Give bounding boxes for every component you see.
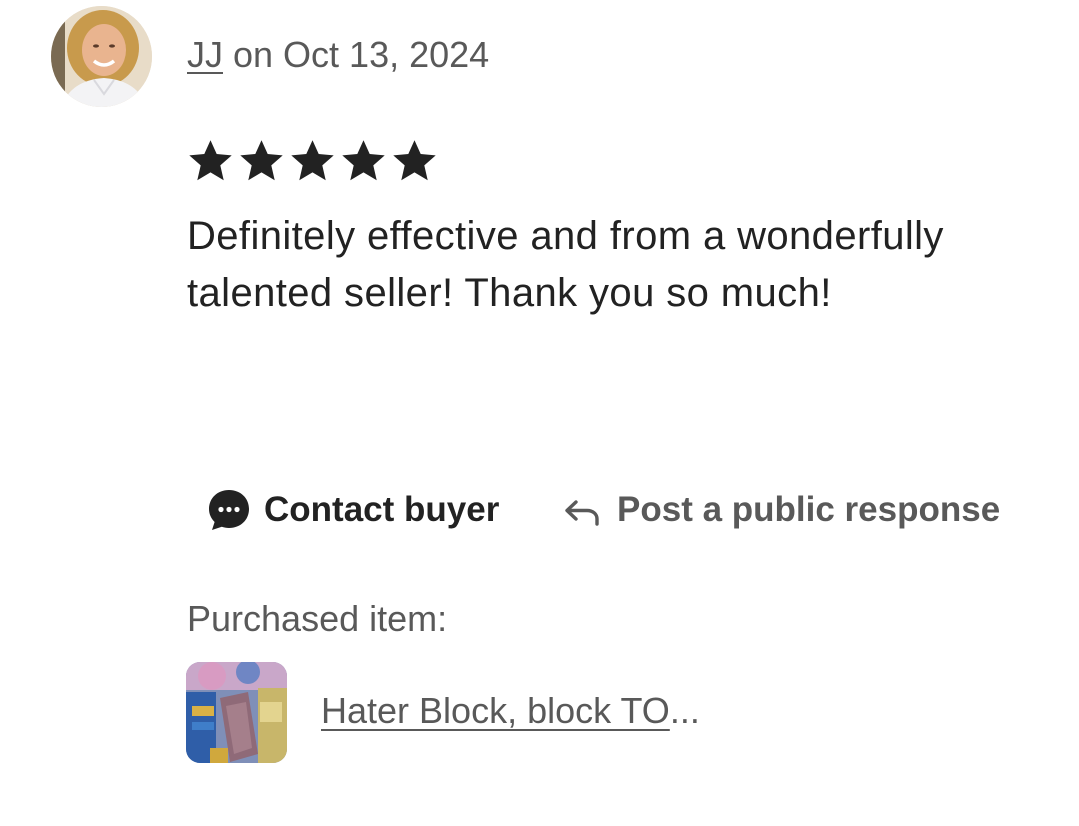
star-icon [189, 140, 232, 181]
purchased-item-ellipsis: ... [669, 690, 700, 731]
review-date: Oct 13, 2024 [283, 34, 490, 75]
contact-buyer-label: Contact buyer [264, 490, 500, 529]
reviewer-avatar[interactable] [51, 6, 152, 107]
purchased-item-link[interactable]: Hater Block, block TO... [321, 690, 700, 732]
star-icon [291, 140, 334, 181]
post-public-response-button[interactable]: Post a public response [563, 484, 1000, 536]
post-public-response-label: Post a public response [617, 490, 1001, 529]
star-icon [393, 140, 436, 181]
review-text: Definitely effective and from a wonderfu… [187, 214, 944, 315]
purchased-item-thumbnail[interactable] [186, 662, 287, 763]
star-rating [186, 137, 439, 185]
purchased-item-title: Hater Block, block TO [321, 690, 670, 731]
star-icon [240, 140, 283, 181]
contact-buyer-button[interactable]: Contact buyer [207, 484, 499, 536]
reviewer-name-link[interactable]: JJ [187, 34, 223, 75]
star-icon [342, 140, 385, 181]
date-prefix: on [223, 34, 284, 75]
review-byline: JJ on Oct 13, 2024 [187, 34, 489, 76]
purchased-item-label: Purchased item: [187, 598, 448, 639]
reply-arrow-icon [565, 500, 599, 526]
chat-bubble-icon [209, 490, 249, 530]
